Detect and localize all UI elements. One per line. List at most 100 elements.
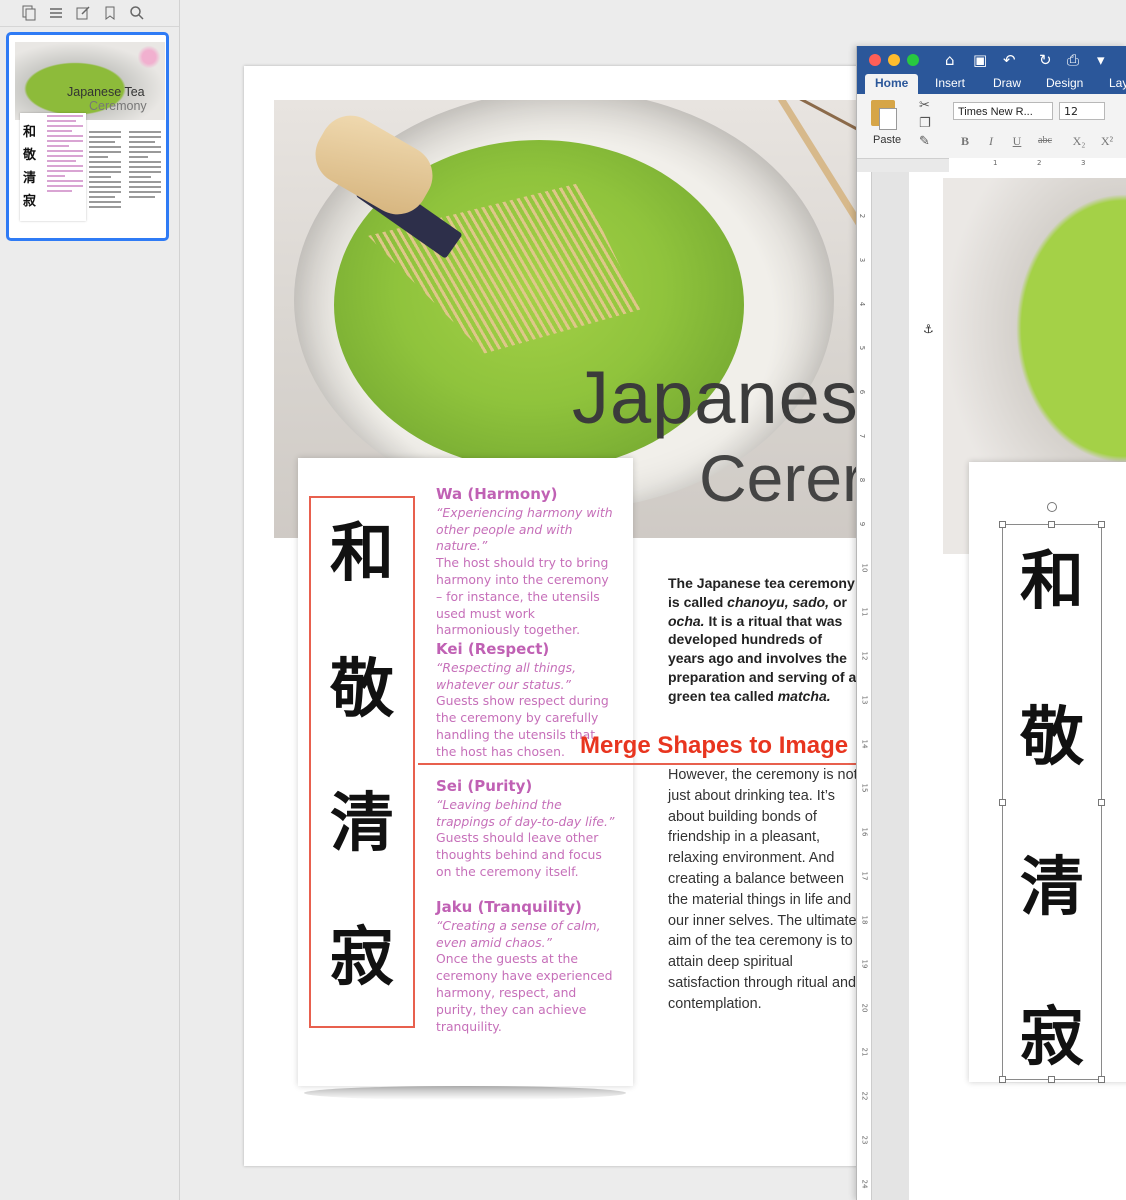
page-title: Japanese (572, 356, 901, 439)
resize-handle[interactable] (999, 521, 1006, 528)
anchor-icon: ⚓ (923, 322, 934, 336)
ruler-number: 19 (860, 959, 869, 969)
outline-icon[interactable] (48, 5, 64, 21)
kanji-selection-frame[interactable]: 和 敬 清 寂 (309, 496, 415, 1028)
thumbnail-title: Japanese Tea Ceremony (67, 85, 147, 113)
minimize-button[interactable] (888, 54, 900, 66)
word-kanji-sei: 清 (1020, 850, 1084, 925)
principle-quote: “Respecting all things, whatever our sta… (436, 659, 577, 692)
tab-layout[interactable]: Lay (1109, 74, 1126, 94)
principle-text: Guests should leave other thoughts behin… (436, 830, 602, 879)
resize-handle[interactable] (999, 799, 1006, 806)
ruler-number: 5 (858, 345, 867, 351)
word-kanji-kei: 敬 (1020, 700, 1084, 775)
home-icon[interactable]: ⌂ (945, 51, 955, 69)
ruler-number: 14 (860, 739, 869, 749)
principle-text: The host should try to bring harmony int… (436, 555, 609, 638)
ruler-number: 9 (858, 521, 867, 527)
ribbon-tabs: Home Insert Draw Design Lay (857, 74, 1126, 94)
word-titlebar: ⌂ ▣ ↶ ↻ ⎙ ▾ (857, 46, 1126, 74)
kanji-kei: 敬 (330, 652, 394, 727)
copy-icon[interactable]: ❐ (919, 116, 931, 131)
bookmark-icon[interactable] (102, 5, 118, 21)
ruler-number: 2 (858, 213, 867, 219)
customize-toolbar-icon[interactable]: ▾ (1097, 51, 1105, 69)
principle-quote: “Creating a sense of calm, even amid cha… (436, 917, 601, 950)
thumbnail-body-text (89, 131, 121, 211)
tab-insert[interactable]: Insert (935, 74, 965, 94)
principle-title: Jaku (Tranquility) (436, 898, 582, 916)
ruler-number: 6 (858, 389, 867, 395)
intro-paragraph: The Japanese tea ceremony is called chan… (668, 575, 857, 704)
font-name-select[interactable]: Times New R... (953, 102, 1053, 120)
principle-quote: “Experiencing harmony with other people … (436, 504, 613, 554)
subscript-button[interactable]: X₂ (1069, 132, 1089, 150)
principle-quote: “Leaving behind the trappings of day-to-… (436, 796, 615, 829)
resize-handle[interactable] (1098, 521, 1105, 528)
paste-label[interactable]: Paste (873, 134, 901, 146)
annotate-icon[interactable] (75, 5, 91, 21)
thumbnail-title-line1: Japanese Tea (67, 85, 145, 99)
ruler-number: 13 (860, 695, 869, 705)
zoom-button[interactable] (907, 54, 919, 66)
thumbnail-title-line2: Ceremony (89, 99, 147, 113)
ruler-number: 16 (860, 827, 869, 837)
kanji-wa: 和 (330, 516, 394, 591)
principle-title: Kei (Respect) (436, 640, 550, 658)
thumbnail-principles-text (47, 115, 83, 195)
horizontal-ruler: 1 2 3 (949, 158, 1126, 173)
ruler-number: 23 (860, 1135, 869, 1145)
strikethrough-button[interactable]: abc (1035, 132, 1055, 150)
ruler-number: 10 (860, 563, 869, 573)
page-subtitle: Cerer (699, 441, 865, 515)
thumbnail-sidebar: Japanese Tea Ceremony 和敬 清寂 1 (0, 0, 180, 1200)
ribbon-home: Paste ✂ ❐ ✎ Times New R... 12 B I U abc … (857, 94, 1126, 159)
cut-icon[interactable]: ✂ (919, 98, 930, 113)
font-size-select[interactable]: 12 (1059, 102, 1105, 120)
superscript-button[interactable]: X² (1097, 132, 1117, 150)
ruler-number: 8 (858, 477, 867, 483)
save-icon[interactable]: ▣ (973, 51, 987, 69)
ruler-number: 21 (860, 1047, 869, 1057)
ruler-number: 20 (860, 1003, 869, 1013)
principle-jaku: Jaku (Tranquility) “Creating a sense of … (436, 899, 616, 1035)
underline-button[interactable]: U (1007, 132, 1027, 150)
principle-sei: Sei (Purity) “Leaving behind the trappin… (436, 778, 616, 881)
tab-home[interactable]: Home (865, 74, 919, 94)
principle-title: Wa (Harmony) (436, 485, 558, 503)
principle-title: Sei (Purity) (436, 777, 533, 795)
resize-handle[interactable] (1098, 799, 1105, 806)
ruler-number: 15 (860, 783, 869, 793)
tab-draw[interactable]: Draw (993, 74, 1021, 94)
word-window: ⌂ ▣ ↶ ↻ ⎙ ▾ Home Insert Draw Design Lay … (856, 46, 1126, 1200)
print-icon[interactable]: ⎙ (1067, 51, 1079, 69)
ruler-number: 11 (860, 607, 869, 617)
principle-text: Once the guests at the ceremony have exp… (436, 951, 613, 1034)
format-painter-icon[interactable]: ✎ (919, 134, 930, 149)
body-paragraph: However, the ceremony is not just about … (668, 767, 858, 1012)
thumbnail-kanji: 和敬 清寂 (23, 125, 37, 209)
tab-design[interactable]: Design (1046, 74, 1083, 94)
undo-icon[interactable]: ↶ (1003, 51, 1016, 69)
paste-icon[interactable] (871, 100, 897, 130)
thumbnail-body-text-2 (129, 131, 161, 201)
thumbnails-icon[interactable] (21, 5, 37, 21)
redo-icon[interactable]: ↻ (1039, 51, 1052, 69)
rotate-handle[interactable] (1047, 502, 1057, 512)
ruler-number: 3 (858, 257, 867, 263)
resize-handle[interactable] (1048, 521, 1055, 528)
ruler-number: 4 (858, 301, 867, 307)
bold-button[interactable]: B (955, 132, 975, 150)
kanji-jaku: 寂 (330, 920, 394, 995)
sidebar-toolbar (0, 0, 179, 27)
ruler-number: 22 (860, 1091, 869, 1101)
word-kanji-wa: 和 (1020, 544, 1084, 619)
ruler-number: 7 (858, 433, 867, 439)
word-kanji-jaku: 寂 (1020, 1000, 1084, 1075)
vertical-ruler: 2 3 4 5 6 7 8 9 10 11 12 13 14 15 16 17 18 19 20 21 22 23 24 (857, 172, 872, 1200)
search-icon[interactable] (129, 5, 145, 21)
close-button[interactable] (869, 54, 881, 66)
italic-button[interactable]: I (981, 132, 1001, 150)
ruler-number: 24 (860, 1179, 869, 1189)
page-thumbnail[interactable]: Japanese Tea Ceremony 和敬 清寂 1 (6, 32, 169, 241)
